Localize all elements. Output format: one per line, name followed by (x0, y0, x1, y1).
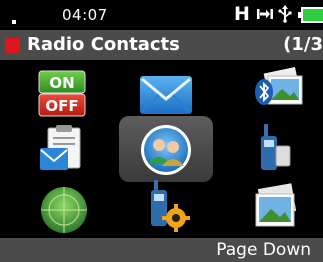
menu-item-radio-device[interactable] (236, 122, 316, 180)
menu-item-radio-settings[interactable] (126, 178, 206, 236)
title-accent-icon (5, 38, 20, 53)
clipboard-message-icon (40, 125, 81, 170)
menu-item-clipboard[interactable] (24, 122, 104, 180)
clock: 04:07 (62, 6, 108, 24)
radar-icon (41, 187, 87, 233)
radio-device-icon (261, 124, 291, 170)
battery-icon (298, 7, 323, 23)
network-type-indicator: H (234, 3, 250, 25)
radio-settings-icon (151, 180, 190, 232)
message-envelope-icon (140, 76, 192, 114)
bluetooth-transfer-icon (257, 9, 273, 19)
page-indicator: (1/3 (283, 34, 323, 55)
title-bar: Radio Contacts (1/3 (0, 30, 323, 60)
radio-contacts-icon (141, 125, 191, 175)
signal-dot-icon (12, 20, 16, 24)
page-down-softkey[interactable]: Page Down (216, 240, 311, 260)
usb-icon (278, 5, 292, 23)
menu-item-radar[interactable] (24, 180, 104, 238)
menu-item-on-off[interactable]: ON OFF (24, 66, 104, 124)
device-screen: 04:07 H Radio Contacts (1/3 ON OFF Page … (0, 0, 323, 262)
off-label: OFF (45, 97, 79, 115)
status-bar: 04:07 H (0, 0, 323, 30)
menu-item-message[interactable] (126, 66, 206, 124)
bluetooth-gallery-icon (255, 66, 303, 105)
menu-item-bluetooth-gallery[interactable] (236, 62, 316, 120)
menu-grid: ON OFF (0, 60, 323, 238)
on-label: ON (49, 74, 75, 92)
menu-item-gallery[interactable] (236, 180, 316, 238)
page-title: Radio Contacts (27, 34, 180, 55)
gallery-icon (255, 183, 297, 227)
softkey-bar: Page Down (0, 238, 323, 262)
menu-item-radio-contacts[interactable] (126, 120, 206, 178)
